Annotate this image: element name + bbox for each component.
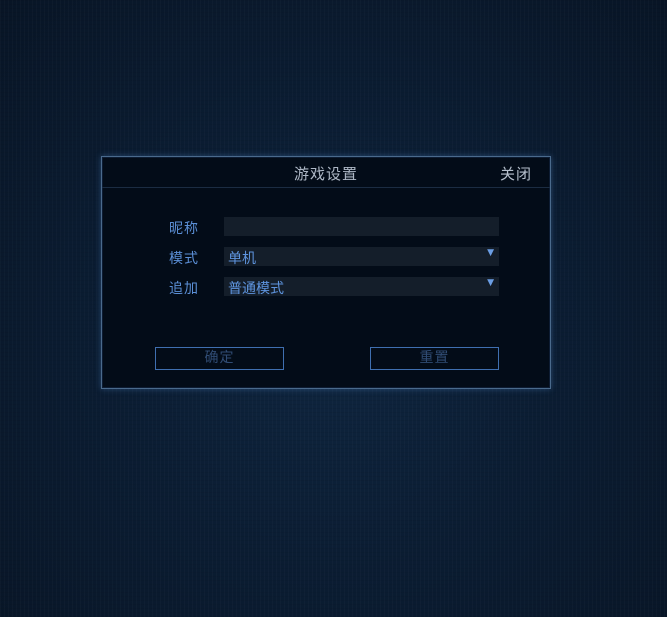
dialog-title: 游戏设置: [293, 165, 358, 183]
mode-selected-value: 单机: [228, 251, 256, 267]
reset-button[interactable]: 重置: [370, 347, 499, 370]
addon-selected-value: 普通模式: [228, 281, 284, 297]
mode-select[interactable]: 单机 ▼: [224, 247, 499, 267]
chevron-down-icon: ▼: [487, 278, 494, 288]
confirm-button[interactable]: 确定: [155, 347, 284, 370]
game-settings-dialog: 游戏设置 关闭 昵称 模式 单机 ▼ 追加 普通模式 ▼ 确定 重置: [101, 156, 551, 389]
addon-select[interactable]: 普通模式 ▼: [224, 277, 499, 297]
mode-label: 模式: [169, 251, 199, 267]
nickname-label: 昵称: [169, 221, 199, 237]
addon-label: 追加: [169, 281, 199, 297]
close-button[interactable]: 关闭: [500, 163, 532, 184]
mode-row: 模式 单机 ▼: [102, 247, 550, 267]
dialog-title-bar: 游戏设置 关闭: [102, 157, 550, 188]
addon-row: 追加 普通模式 ▼: [102, 277, 550, 297]
nickname-input[interactable]: [224, 217, 499, 236]
nickname-row: 昵称: [102, 217, 550, 237]
chevron-down-icon: ▼: [487, 248, 494, 258]
